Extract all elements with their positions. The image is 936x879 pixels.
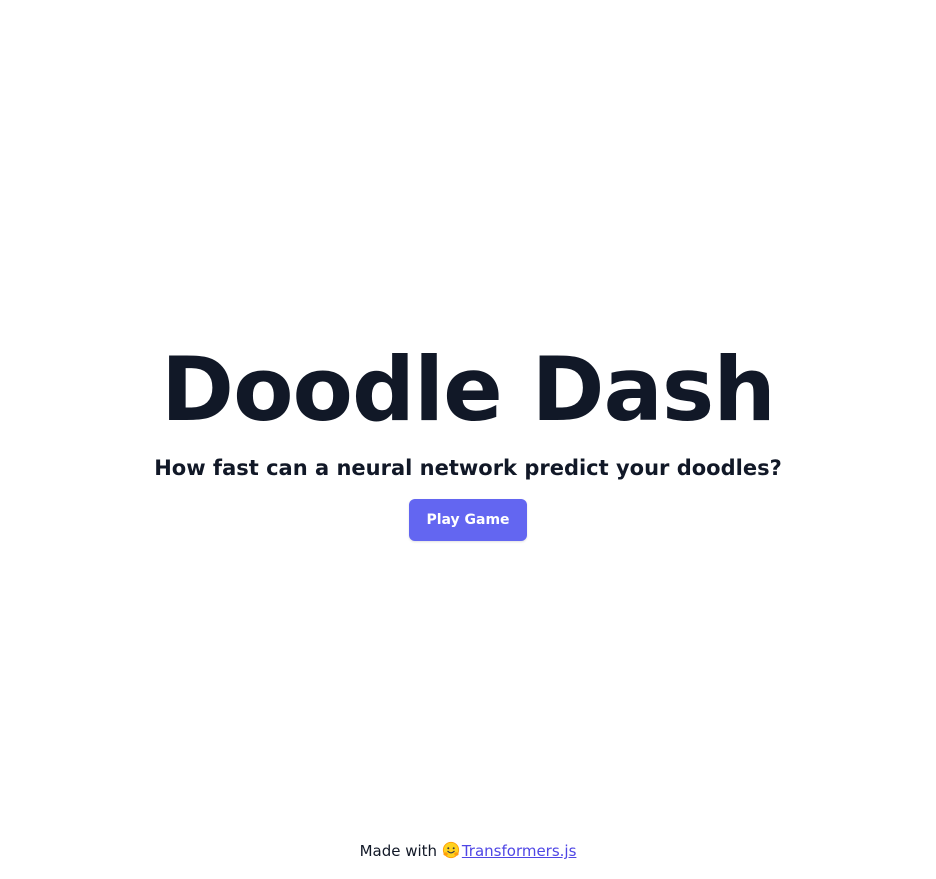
footer: Made with Transformers.js: [0, 840, 936, 862]
page-title: Doodle Dash: [161, 338, 776, 441]
hero-section: Doodle Dash How fast can a neural networ…: [0, 338, 936, 541]
transformers-js-link-text: Transformers.js: [461, 842, 577, 860]
play-game-button[interactable]: Play Game: [409, 499, 527, 541]
page-subtitle: How fast can a neural network predict yo…: [154, 456, 782, 480]
made-with-label: Made with: [359, 842, 438, 860]
hugging-face-icon: [442, 841, 459, 859]
transformers-js-link[interactable]: Transformers.js: [442, 841, 577, 860]
